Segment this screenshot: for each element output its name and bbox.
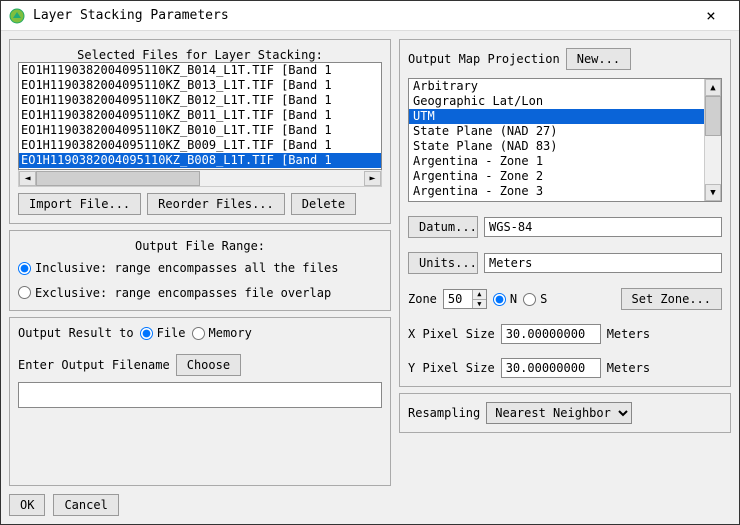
resampling-select[interactable]: Nearest Neighbor <box>486 402 632 424</box>
units-button[interactable]: Units... <box>408 252 478 274</box>
file-list-item[interactable]: EO1H1190382004095110KZ_B010_L1T.TIF [Ban… <box>19 123 381 138</box>
zone-n-radio[interactable]: N <box>493 292 517 306</box>
ok-button[interactable]: OK <box>9 494 45 516</box>
projection-group: Output Map Projection New... ArbitraryGe… <box>399 39 731 387</box>
reorder-files-button[interactable]: Reorder Files... <box>147 193 285 215</box>
output-memory-radio[interactable]: Memory <box>192 326 252 340</box>
app-icon <box>9 8 25 24</box>
spin-down-icon[interactable]: ▼ <box>472 300 486 309</box>
spin-up-icon[interactable]: ▲ <box>472 290 486 300</box>
projection-list-item[interactable]: UTM <box>409 109 704 124</box>
range-exclusive-label: Exclusive: range encompasses file overla… <box>35 286 331 300</box>
output-file-label: File <box>157 326 186 340</box>
range-exclusive-radio[interactable]: Exclusive: range encompasses file overla… <box>18 286 331 300</box>
output-to-label: Output Result to <box>18 326 134 340</box>
scroll-down-icon[interactable]: ▼ <box>705 184 721 201</box>
datum-input[interactable] <box>484 217 722 237</box>
enter-filename-label: Enter Output Filename <box>18 358 170 372</box>
files-listbox[interactable]: EO1H1190382004095110KZ_B014_L1T.TIF [Ban… <box>18 62 382 170</box>
zone-n-label: N <box>510 292 517 306</box>
import-file-button[interactable]: Import File... <box>18 193 141 215</box>
close-button[interactable]: × <box>691 6 731 25</box>
y-pixel-units: Meters <box>607 361 650 375</box>
projection-list-item[interactable]: Geographic Lat/Lon <box>409 94 704 109</box>
x-pixel-input[interactable] <box>501 324 601 344</box>
projection-vscrollbar[interactable]: ▲ ▼ <box>704 79 721 201</box>
x-pixel-label: X Pixel Size <box>408 327 495 341</box>
cancel-button[interactable]: Cancel <box>53 494 118 516</box>
range-inclusive-label: Inclusive: range encompasses all the fil… <box>35 261 338 275</box>
files-hscrollbar[interactable]: ◄ ► <box>18 170 382 187</box>
resampling-group: Resampling Nearest Neighbor <box>399 393 731 433</box>
resampling-label: Resampling <box>408 406 480 420</box>
file-list-item[interactable]: EO1H1190382004095110KZ_B009_L1T.TIF [Ban… <box>19 138 381 153</box>
scroll-up-icon[interactable]: ▲ <box>705 79 721 96</box>
zone-input[interactable] <box>444 290 472 308</box>
projection-list-item[interactable]: State Plane (NAD 83) <box>409 139 704 154</box>
projection-list-item[interactable]: State Plane (NAD 27) <box>409 124 704 139</box>
output-file-radio[interactable]: File <box>140 326 186 340</box>
output-group: Output Result to File Memory Enter Outpu… <box>9 317 391 486</box>
scroll-right-icon[interactable]: ► <box>364 171 381 186</box>
file-list-item[interactable]: EO1H1190382004095110KZ_B011_L1T.TIF [Ban… <box>19 108 381 123</box>
range-heading: Output File Range: <box>18 239 382 253</box>
projection-list-item[interactable]: Argentina - Zone 1 <box>409 154 704 169</box>
files-group: Selected Files for Layer Stacking: EO1H1… <box>9 39 391 224</box>
files-heading: Selected Files for Layer Stacking: <box>18 48 382 62</box>
range-inclusive-radio[interactable]: Inclusive: range encompasses all the fil… <box>18 261 338 275</box>
zone-spinner[interactable]: ▲ ▼ <box>443 289 487 309</box>
dialog-title: Layer Stacking Parameters <box>33 8 691 23</box>
choose-button[interactable]: Choose <box>176 354 241 376</box>
datum-button[interactable]: Datum... <box>408 216 478 238</box>
new-projection-button[interactable]: New... <box>566 48 631 70</box>
range-group: Output File Range: Inclusive: range enco… <box>9 230 391 311</box>
file-list-item[interactable]: EO1H1190382004095110KZ_B013_L1T.TIF [Ban… <box>19 78 381 93</box>
scroll-thumb[interactable] <box>36 171 200 186</box>
file-list-item[interactable]: EO1H1190382004095110KZ_B008_L1T.TIF [Ban… <box>19 153 381 168</box>
projection-list-item[interactable]: Argentina - Zone 2 <box>409 169 704 184</box>
output-memory-label: Memory <box>209 326 252 340</box>
set-zone-button[interactable]: Set Zone... <box>621 288 722 310</box>
delete-button[interactable]: Delete <box>291 193 356 215</box>
zone-s-label: S <box>540 292 547 306</box>
x-pixel-units: Meters <box>607 327 650 341</box>
file-list-item[interactable]: EO1H1190382004095110KZ_B014_L1T.TIF [Ban… <box>19 63 381 78</box>
units-input[interactable] <box>484 253 722 273</box>
projection-listbox[interactable]: ArbitraryGeographic Lat/LonUTMState Plan… <box>408 78 722 202</box>
y-pixel-input[interactable] <box>501 358 601 378</box>
projection-list-item[interactable]: Argentina - Zone 3 <box>409 184 704 199</box>
zone-label: Zone <box>408 292 437 306</box>
projection-label: Output Map Projection <box>408 52 560 66</box>
y-pixel-label: Y Pixel Size <box>408 361 495 375</box>
file-list-item[interactable]: EO1H1190382004095110KZ_B012_L1T.TIF [Ban… <box>19 93 381 108</box>
scroll-left-icon[interactable]: ◄ <box>19 171 36 186</box>
dialog-window: Layer Stacking Parameters × Selected Fil… <box>0 0 740 525</box>
zone-s-radio[interactable]: S <box>523 292 547 306</box>
output-filename-input[interactable] <box>18 382 382 408</box>
projection-list-item[interactable]: Arbitrary <box>409 79 704 94</box>
scroll-thumb[interactable] <box>705 96 721 136</box>
titlebar: Layer Stacking Parameters × <box>1 1 739 31</box>
